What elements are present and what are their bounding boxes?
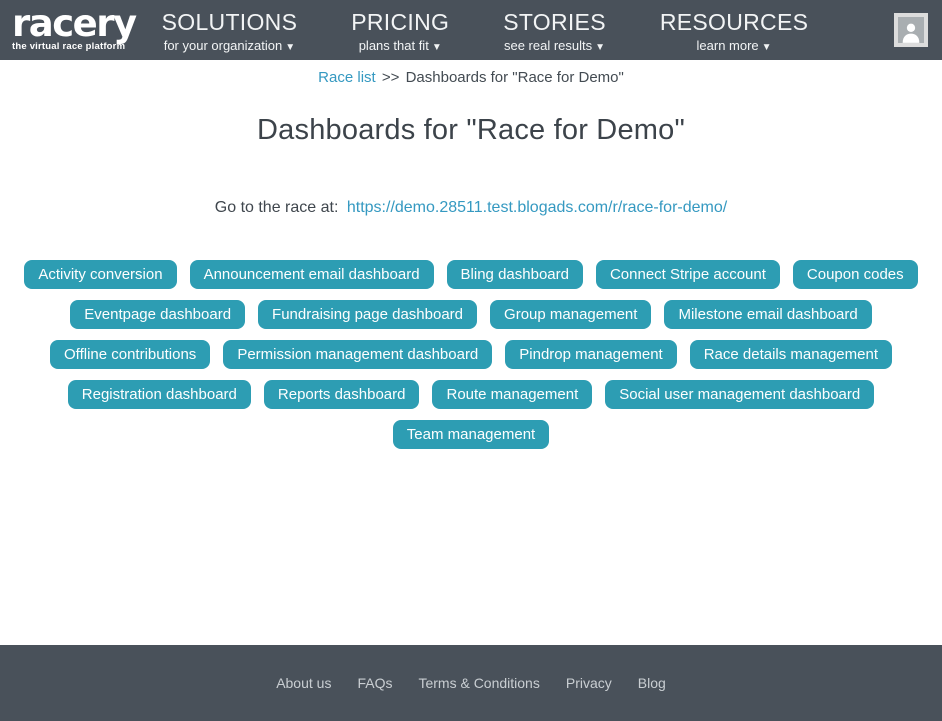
- footer-link-blog[interactable]: Blog: [638, 675, 666, 691]
- button-group-management[interactable]: Group management: [490, 300, 651, 329]
- button-offline-contributions[interactable]: Offline contributions: [50, 340, 210, 369]
- footer-link-terms-conditions[interactable]: Terms & Conditions: [418, 675, 539, 691]
- user-avatar-button[interactable]: [894, 13, 928, 47]
- button-permission-management-dashboard[interactable]: Permission management dashboard: [223, 340, 492, 369]
- breadcrumb: Race list >> Dashboards for "Race for De…: [0, 60, 942, 86]
- footer-link-privacy[interactable]: Privacy: [566, 675, 612, 691]
- user-avatar-icon: [898, 17, 924, 43]
- site-header: racery the virtual race platform SOLUTIO…: [0, 0, 942, 60]
- chevron-down-icon: ▼: [595, 42, 605, 53]
- logo-tagline: the virtual race platform: [12, 42, 136, 52]
- race-link-line: Go to the race at: https://demo.28511.te…: [0, 199, 942, 217]
- button-connect-stripe-account[interactable]: Connect Stripe account: [596, 260, 780, 289]
- race-link-label: Go to the race at:: [215, 199, 339, 216]
- button-race-details-management[interactable]: Race details management: [690, 340, 892, 369]
- nav-solutions[interactable]: SOLUTIONS for your organization▼: [162, 9, 298, 53]
- breadcrumb-separator: >>: [382, 69, 400, 86]
- race-url-link[interactable]: https://demo.28511.test.blogads.com/r/ra…: [347, 199, 727, 216]
- button-fundraising-page-dashboard[interactable]: Fundraising page dashboard: [258, 300, 477, 329]
- nav-resources[interactable]: RESOURCES learn more▼: [660, 9, 808, 53]
- button-row-2: Eventpage dashboard Fundraising page das…: [0, 300, 942, 329]
- page-title: Dashboards for "Race for Demo": [0, 114, 942, 147]
- button-announcement-email-dashboard[interactable]: Announcement email dashboard: [190, 260, 434, 289]
- footer-link-about-us[interactable]: About us: [276, 675, 331, 691]
- button-row-3: Offline contributions Permission managem…: [0, 340, 942, 369]
- chevron-down-icon: ▼: [285, 42, 295, 53]
- button-row-5: Team management: [0, 420, 942, 449]
- nav-stories[interactable]: STORIES see real results▼: [503, 9, 606, 53]
- footer-link-faqs[interactable]: FAQs: [357, 675, 392, 691]
- nav-pricing[interactable]: PRICING plans that fit▼: [351, 9, 449, 53]
- button-reports-dashboard[interactable]: Reports dashboard: [264, 380, 420, 409]
- breadcrumb-race-list-link[interactable]: Race list: [318, 69, 376, 86]
- button-team-management[interactable]: Team management: [393, 420, 549, 449]
- button-activity-conversion[interactable]: Activity conversion: [24, 260, 176, 289]
- chevron-down-icon: ▼: [432, 42, 442, 53]
- racery-logo[interactable]: racery the virtual race platform: [12, 8, 136, 52]
- site-footer: About us FAQs Terms & Conditions Privacy…: [0, 645, 942, 721]
- button-coupon-codes[interactable]: Coupon codes: [793, 260, 918, 289]
- logo-wordmark: racery: [12, 8, 136, 39]
- button-milestone-email-dashboard[interactable]: Milestone email dashboard: [664, 300, 871, 329]
- main-content: Race list >> Dashboards for "Race for De…: [0, 60, 942, 645]
- button-row-4: Registration dashboard Reports dashboard…: [0, 380, 942, 409]
- button-row-1: Activity conversion Announcement email d…: [0, 260, 942, 289]
- button-eventpage-dashboard[interactable]: Eventpage dashboard: [70, 300, 245, 329]
- dashboard-buttons: Activity conversion Announcement email d…: [0, 260, 942, 449]
- chevron-down-icon: ▼: [762, 42, 772, 53]
- button-bling-dashboard[interactable]: Bling dashboard: [447, 260, 583, 289]
- button-social-user-management-dashboard[interactable]: Social user management dashboard: [605, 380, 874, 409]
- button-route-management[interactable]: Route management: [432, 380, 592, 409]
- main-nav: SOLUTIONS for your organization▼ PRICING…: [162, 9, 809, 53]
- breadcrumb-current: Dashboards for "Race for Demo": [406, 69, 624, 86]
- button-pindrop-management[interactable]: Pindrop management: [505, 340, 676, 369]
- button-registration-dashboard[interactable]: Registration dashboard: [68, 380, 251, 409]
